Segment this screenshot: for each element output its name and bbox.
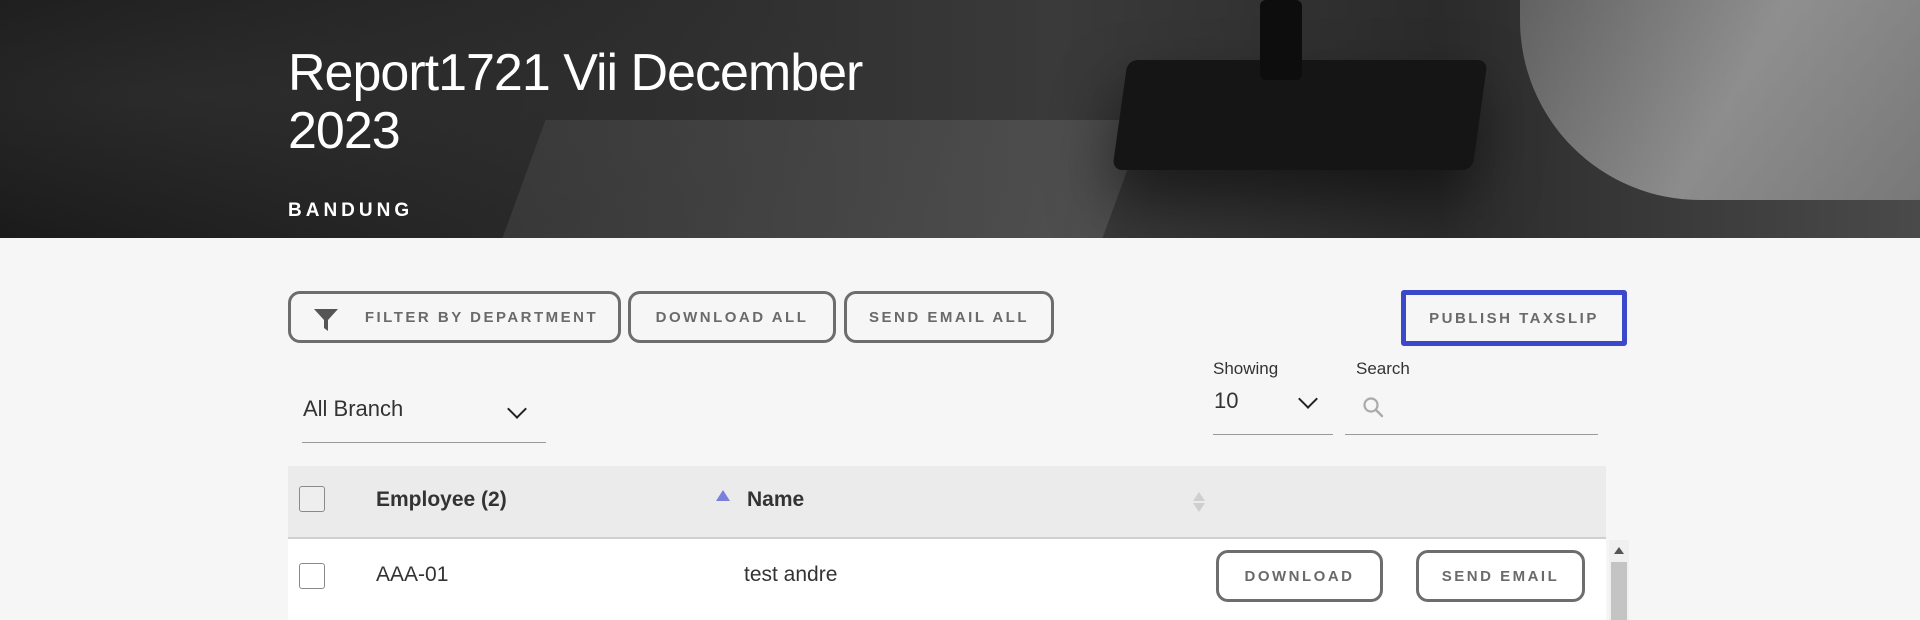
row-download-button[interactable]: DOWNLOAD <box>1216 550 1383 602</box>
table-row: AAA-01 test andre DOWNLOAD SEND EMAIL <box>288 539 1606 620</box>
column-header-employee[interactable]: Employee (2) <box>376 488 507 512</box>
search-icon <box>1363 397 1384 418</box>
sort-down-arrow-icon <box>1193 503 1205 512</box>
filter-by-department-button[interactable]: FILTER BY DEPARTMENT <box>288 291 621 343</box>
page-size-value: 10 <box>1214 388 1239 413</box>
chevron-down-icon <box>1298 389 1318 409</box>
chevron-down-icon <box>507 399 527 419</box>
banner-background-stamp-handle <box>1260 0 1302 80</box>
employee-table: Employee (2) Name AAA-01 test andre DOWN… <box>288 466 1606 620</box>
search-field <box>1345 386 1598 435</box>
publish-taxslip-button[interactable]: PUBLISH TAXSLIP <box>1401 290 1627 346</box>
page-title: Report1721 Vii December 2023 <box>288 44 863 160</box>
showing-label: Showing <box>1213 359 1279 378</box>
sort-ascending-icon[interactable] <box>716 490 730 501</box>
search-input[interactable] <box>1395 392 1595 426</box>
search-label: Search <box>1356 359 1410 378</box>
filter-icon <box>314 309 338 331</box>
row-send-email-button[interactable]: SEND EMAIL <box>1416 550 1585 602</box>
scroll-up-arrow-icon[interactable] <box>1614 547 1624 554</box>
page-size-select[interactable]: 10 <box>1213 386 1333 435</box>
branch-select-value: All Branch <box>303 396 404 421</box>
employee-id-cell: AAA-01 <box>376 563 449 586</box>
branch-subtitle: BANDUNG <box>288 200 414 221</box>
sort-up-arrow-icon <box>1193 492 1205 501</box>
filter-by-department-label: FILTER BY DEPARTMENT <box>364 308 599 326</box>
select-all-checkbox[interactable] <box>299 486 325 512</box>
sort-icon[interactable] <box>1192 492 1206 514</box>
page-header-banner: Report1721 Vii December 2023 BANDUNG <box>0 0 1920 238</box>
column-header-name[interactable]: Name <box>747 488 804 512</box>
table-header: Employee (2) Name <box>288 466 1606 539</box>
send-email-all-button[interactable]: SEND EMAIL ALL <box>844 291 1054 343</box>
branch-select[interactable]: All Branch <box>302 390 546 443</box>
table-scrollbar[interactable] <box>1609 540 1629 620</box>
download-all-button[interactable]: DOWNLOAD ALL <box>628 291 836 343</box>
banner-background-hand <box>1520 0 1920 200</box>
row-checkbox[interactable] <box>299 563 325 589</box>
scrollbar-thumb[interactable] <box>1611 562 1627 620</box>
employee-name-cell: test andre <box>744 563 838 586</box>
